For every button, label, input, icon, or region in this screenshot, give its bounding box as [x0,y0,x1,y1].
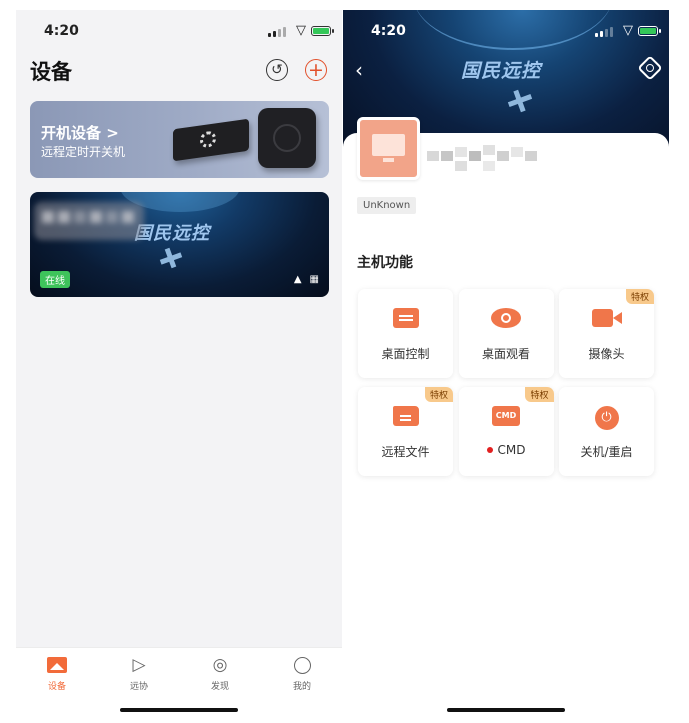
eye-icon [491,308,521,328]
power-icon: ⏻ [594,406,619,430]
power-on-device-banner[interactable]: 开机设备 > 远程定时开关机 [30,101,329,178]
tab-label: 设备 [47,682,66,692]
image-icon [47,657,67,673]
wifi-icon: ▽ [296,23,306,38]
remote-files-button[interactable]: 特权 远程文件 [358,387,453,476]
os-tag: UnKnown [357,197,417,214]
back-icon[interactable]: ‹ [355,58,363,82]
camera-button[interactable]: 特权 摄像头 [559,289,654,378]
blurred-device-name [34,202,144,240]
history-icon[interactable]: ↺ [266,59,288,81]
tab-mine[interactable]: 我的 [272,654,332,692]
battery-icon [638,26,661,36]
signal-icon [595,27,613,37]
device-detail-screen: 国民远控 4:20 ▽ ‹ UnKnown 主机功能 桌面控制 桌面观看 特权 [343,10,669,718]
hero-logo: 国民远控 [461,60,542,82]
tab-devices[interactable]: 设备 [27,654,87,692]
function-label: 桌面控制 [381,347,430,361]
tab-label: 远协 [129,682,148,692]
function-label: 桌面观看 [481,347,530,361]
windows-icon: ▦ [309,274,319,285]
device-list-screen: 4:20 ▽ 设备 ↺ + 开机设备 > 远程定时开关机 国民远控 在线 ▲ ▦… [16,10,342,718]
power-button[interactable]: ⏻ 关机/重启 [559,387,654,476]
device-card-logo: 国民远控 [134,223,210,244]
folder-icon [392,406,419,426]
tab-label: 发现 [210,682,229,692]
tab-discover[interactable]: ◎ 发现 [190,654,250,692]
status-bar: 4:20 ▽ [343,10,669,52]
home-indicator [120,708,238,712]
banner-subtitle: 远程定时开关机 [41,145,126,159]
cmd-icon: CMD [492,406,520,426]
function-label: 远程文件 [381,445,430,459]
bottom-tab-bar: 设备 ▷ 远协 ◎ 发现 我的 [16,647,342,718]
smile-icon [293,656,311,674]
camera-icon [591,308,622,328]
status-time: 4:20 [371,23,406,39]
cmd-button[interactable]: 特权 CMD CMD [458,387,554,476]
desktop-control-button[interactable]: 桌面控制 [358,289,453,378]
tab-label: 我的 [292,682,311,692]
banner-title: 开机设备 > [41,124,119,142]
home-indicator [447,708,565,712]
status-dot [486,447,493,453]
desktop-control-icon [392,308,419,328]
status-bar: 4:20 ▽ [16,10,342,52]
online-status-badge: 在线 [40,271,70,288]
desktop-view-button[interactable]: 桌面观看 [458,289,554,378]
page-title: 设备 [30,60,72,84]
privilege-badge: 特权 [625,289,654,304]
function-label: 摄像头 [588,347,625,361]
section-title: 主机功能 [357,255,413,271]
privilege-badge: 特权 [525,387,554,402]
function-grid: 桌面控制 桌面观看 特权 摄像头 特权 远程文件 特权 CMD CMD ⏻ 关机… [358,289,654,476]
plus-icon[interactable]: + [305,59,327,81]
battery-icon [311,26,334,36]
power-box-image [173,118,249,162]
privilege-badge: 特权 [424,387,453,402]
signal-icon [268,27,286,37]
tab-assist[interactable]: ▷ 远协 [109,654,169,692]
bell-icon: ▲ [293,274,302,285]
blurred-device-name [427,145,547,177]
monitor-avatar-icon [357,117,420,180]
wifi-icon: ▽ [623,23,633,38]
smart-plug-image [258,108,316,168]
device-card[interactable]: 国民远控 在线 ▲ ▦ [30,192,329,297]
function-label: CMD [497,443,526,457]
compass-icon: ◎ [212,655,228,675]
function-label: 关机/重启 [580,445,633,459]
status-time: 4:20 [44,23,79,39]
send-icon: ▷ [132,655,146,675]
